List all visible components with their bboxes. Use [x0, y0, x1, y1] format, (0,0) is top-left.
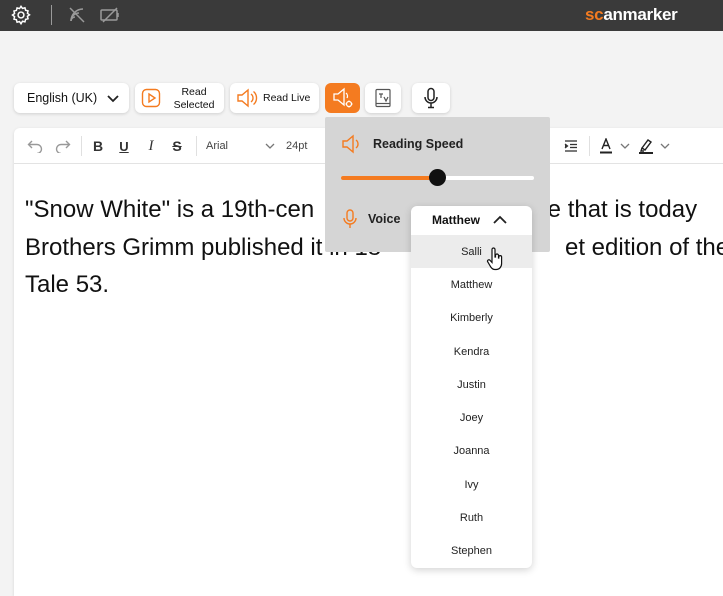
toolbar-divider — [81, 136, 82, 156]
hand-cursor-icon — [486, 247, 503, 271]
speaker-icon — [342, 134, 359, 154]
speaker-settings-icon — [332, 87, 352, 108]
voice-option[interactable]: Kendra — [411, 335, 532, 368]
dictation-button[interactable] — [412, 83, 450, 113]
voice-option[interactable]: Ruth — [411, 501, 532, 534]
slider-fill — [341, 176, 438, 180]
voice-option[interactable]: Joey — [411, 401, 532, 434]
toolbar-divider — [196, 136, 197, 156]
voice-select[interactable]: Matthew — [411, 206, 532, 234]
brand-logo: scanmarker — [585, 5, 678, 24]
slider-knob[interactable] — [429, 169, 446, 186]
strikethrough-button[interactable]: S — [169, 137, 185, 155]
translate-book-icon — [375, 88, 391, 108]
gear-icon[interactable] — [9, 4, 33, 26]
play-icon — [141, 88, 161, 108]
no-battery-icon — [98, 4, 122, 26]
read-live-button[interactable]: Read Live — [230, 83, 319, 113]
chevron-down-icon — [107, 95, 119, 103]
voice-option[interactable]: Matthew — [411, 268, 532, 301]
voice-option[interactable]: Joanna — [411, 435, 532, 468]
read-live-label: Read Live — [263, 92, 311, 104]
voice-option[interactable]: Salli — [411, 235, 532, 269]
toolbar-divider — [589, 136, 590, 156]
font-family-select[interactable]: Arial — [206, 137, 281, 155]
voice-settings-button[interactable] — [325, 83, 360, 113]
translate-button[interactable] — [365, 83, 401, 113]
chevron-up-icon — [493, 215, 507, 224]
indent-icon[interactable] — [562, 137, 580, 155]
voice-label: Voice — [368, 212, 401, 226]
voice-options: Salli Matthew Kimberly Kendra Justin Joey Joan… — [411, 235, 532, 568]
font-size-value: 24pt — [286, 140, 308, 152]
language-select[interactable]: English (UK) — [14, 83, 129, 113]
chevron-down-icon — [265, 143, 275, 149]
voice-option[interactable]: Kimberly — [411, 302, 532, 335]
text-color-icon[interactable] — [598, 137, 614, 155]
redo-icon[interactable] — [54, 137, 72, 155]
highlight-icon[interactable] — [638, 137, 654, 155]
voice-dropdown[interactable]: Matthew Salli Matthew Kimberly Kendra Justin… — [411, 206, 532, 568]
voice-option[interactable]: Justin — [411, 368, 532, 401]
no-signal-icon — [66, 4, 88, 26]
voice-option[interactable]: Ivy — [411, 468, 532, 501]
microphone-icon — [343, 209, 357, 228]
voice-selected-value: Matthew — [432, 213, 480, 227]
italic-button[interactable]: I — [143, 137, 159, 155]
speaker-icon — [237, 88, 258, 108]
bold-button[interactable]: B — [90, 137, 106, 155]
font-size-select[interactable]: 24pt — [286, 137, 326, 155]
font-family-value: Arial — [206, 140, 229, 152]
reading-speed-label: Reading Speed — [373, 137, 464, 151]
top-bar: scanmarker — [0, 0, 723, 31]
microphone-icon — [424, 87, 438, 109]
undo-icon[interactable] — [26, 137, 44, 155]
underline-button[interactable]: U — [116, 137, 132, 155]
voice-option[interactable]: Stephen — [411, 535, 532, 568]
language-label: English (UK) — [27, 91, 98, 105]
read-selected-button[interactable]: Read Selected — [135, 83, 224, 113]
topbar-divider — [51, 5, 52, 25]
chevron-down-icon[interactable] — [659, 137, 671, 155]
read-selected-label: Read Selected — [173, 86, 215, 111]
chevron-down-icon[interactable] — [619, 137, 631, 155]
